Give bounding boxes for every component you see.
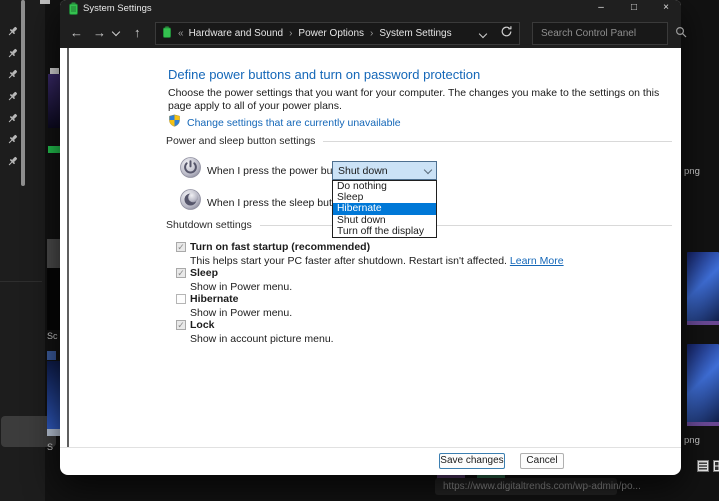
power-action-dropdown-list: Do nothing Sleep Hibernate Shut down Tur…: [332, 180, 437, 238]
setting-hibernate: Hibernate Show in Power menu.: [176, 293, 656, 319]
image-thumbnail[interactable]: [687, 252, 719, 325]
minimize-button[interactable]: –: [592, 1, 610, 15]
hibernate-label: Hibernate: [190, 293, 656, 305]
dropdown-option-hibernate[interactable]: Hibernate: [333, 203, 436, 214]
maximize-button[interactable]: □: [625, 1, 643, 15]
breadcrumb-separator: ›: [370, 28, 373, 39]
dropdown-option-shut-down[interactable]: Shut down: [333, 215, 436, 226]
system-settings-window: System Settings – □ × ← → ↑ « Hardware a…: [60, 0, 681, 475]
page-description: Choose the power settings that you want …: [168, 87, 682, 113]
background-divider: [0, 281, 42, 282]
background-image-fragment: [47, 361, 60, 429]
sleep-checkbox[interactable]: [176, 268, 186, 278]
lock-description: Show in account picture menu.: [190, 333, 656, 345]
pushpin-icon[interactable]: [6, 25, 19, 38]
pushpin-icon[interactable]: [6, 112, 19, 125]
pushpin-icon[interactable]: [6, 155, 19, 168]
breadcrumb-power-options[interactable]: Power Options: [298, 28, 364, 39]
search-box[interactable]: [532, 22, 668, 45]
background-partial-text: S: [47, 442, 53, 452]
background-partial-text: Sc: [47, 331, 58, 341]
setting-fast-startup: Turn on fast startup (recommended) This …: [176, 241, 656, 267]
pushpin-icon[interactable]: [6, 47, 19, 60]
file-extension-label: png: [684, 166, 700, 177]
lock-checkbox[interactable]: [176, 320, 186, 330]
background-window-fragment: [40, 0, 50, 4]
search-icon[interactable]: [675, 25, 687, 43]
close-button[interactable]: ×: [657, 1, 675, 15]
combo-chevron-icon: [424, 165, 432, 173]
power-button-icon: [180, 157, 201, 178]
up-button[interactable]: ↑: [134, 25, 141, 41]
background-image-fragment: [47, 429, 60, 436]
sleep-button-icon: [180, 189, 201, 210]
fast-startup-checkbox[interactable]: [176, 242, 186, 252]
pushpin-icon[interactable]: [6, 68, 19, 81]
uac-shield-icon: [168, 114, 181, 132]
window-title: System Settings: [83, 3, 152, 14]
sleep-label: Sleep: [190, 267, 656, 279]
address-location-icon: [162, 25, 172, 43]
fast-startup-description-text: This helps start your PC faster after sh…: [190, 255, 507, 267]
breadcrumb-system-settings[interactable]: System Settings: [379, 28, 451, 39]
background-image-fragment: [47, 268, 60, 330]
page-title: Define power buttons and turn on passwor…: [168, 67, 480, 82]
cancel-button[interactable]: Cancel: [520, 453, 564, 469]
dropdown-option-turn-off-display[interactable]: Turn off the display: [333, 226, 436, 237]
background-small-icon: [47, 351, 56, 360]
hibernate-checkbox[interactable]: [176, 294, 186, 304]
background-image-fragment: [48, 146, 60, 153]
list-view-icon[interactable]: [697, 459, 709, 471]
desktop-screen: Sc S png png https://www.digitaltrends.c…: [0, 0, 719, 501]
breadcrumb-separator: ›: [289, 28, 292, 39]
sleep-description: Show in Power menu.: [190, 281, 656, 293]
learn-more-link[interactable]: Learn More: [510, 255, 564, 267]
grid-view-icon[interactable]: [713, 459, 719, 471]
breadcrumb-overflow[interactable]: «: [178, 28, 184, 39]
image-thumbnail[interactable]: [687, 344, 719, 426]
section-power-sleep-settings: Power and sleep button settings: [166, 135, 672, 147]
fast-startup-label: Turn on fast startup (recommended): [190, 241, 656, 253]
address-dropdown-chevron-icon[interactable]: [479, 29, 487, 37]
back-button[interactable]: ←: [70, 25, 83, 41]
hibernate-description: Show in Power menu.: [190, 307, 656, 319]
pushpin-icon[interactable]: [6, 90, 19, 103]
background-image-fragment: [48, 74, 60, 128]
background-scrollbar[interactable]: [21, 0, 25, 186]
background-image-fragment: [47, 239, 60, 268]
dropdown-option-sleep[interactable]: Sleep: [333, 192, 436, 203]
power-button-action-select[interactable]: Shut down: [332, 161, 437, 180]
lock-label: Lock: [190, 319, 656, 331]
address-bar[interactable]: « Hardware and Sound › Power Options › S…: [155, 22, 520, 45]
status-url-text: https://www.digitaltrends.com/wp-admin/p…: [443, 481, 641, 492]
setting-lock: Lock Show in account picture menu.: [176, 319, 656, 345]
fast-startup-description: This helps start your PC faster after sh…: [190, 255, 656, 267]
background-window-edge: [67, 48, 69, 447]
selected-option: Shut down: [338, 165, 425, 177]
breadcrumb-hardware-and-sound[interactable]: Hardware and Sound: [189, 28, 284, 39]
change-unavailable-settings-link[interactable]: Change settings that are currently unava…: [187, 117, 401, 129]
refresh-icon[interactable]: [500, 25, 513, 43]
search-input[interactable]: [539, 27, 675, 40]
sleep-button-row-label: When I press the sleep button:: [207, 197, 349, 209]
forward-button[interactable]: →: [93, 25, 106, 41]
footer-divider: [60, 447, 681, 448]
save-changes-button[interactable]: Save changes: [439, 453, 505, 469]
file-extension-label: png: [684, 435, 700, 446]
pushpin-icon[interactable]: [6, 133, 19, 146]
power-options-app-icon: [68, 2, 79, 20]
setting-sleep: Sleep Show in Power menu.: [176, 267, 656, 293]
dropdown-option-do-nothing[interactable]: Do nothing: [333, 181, 436, 192]
